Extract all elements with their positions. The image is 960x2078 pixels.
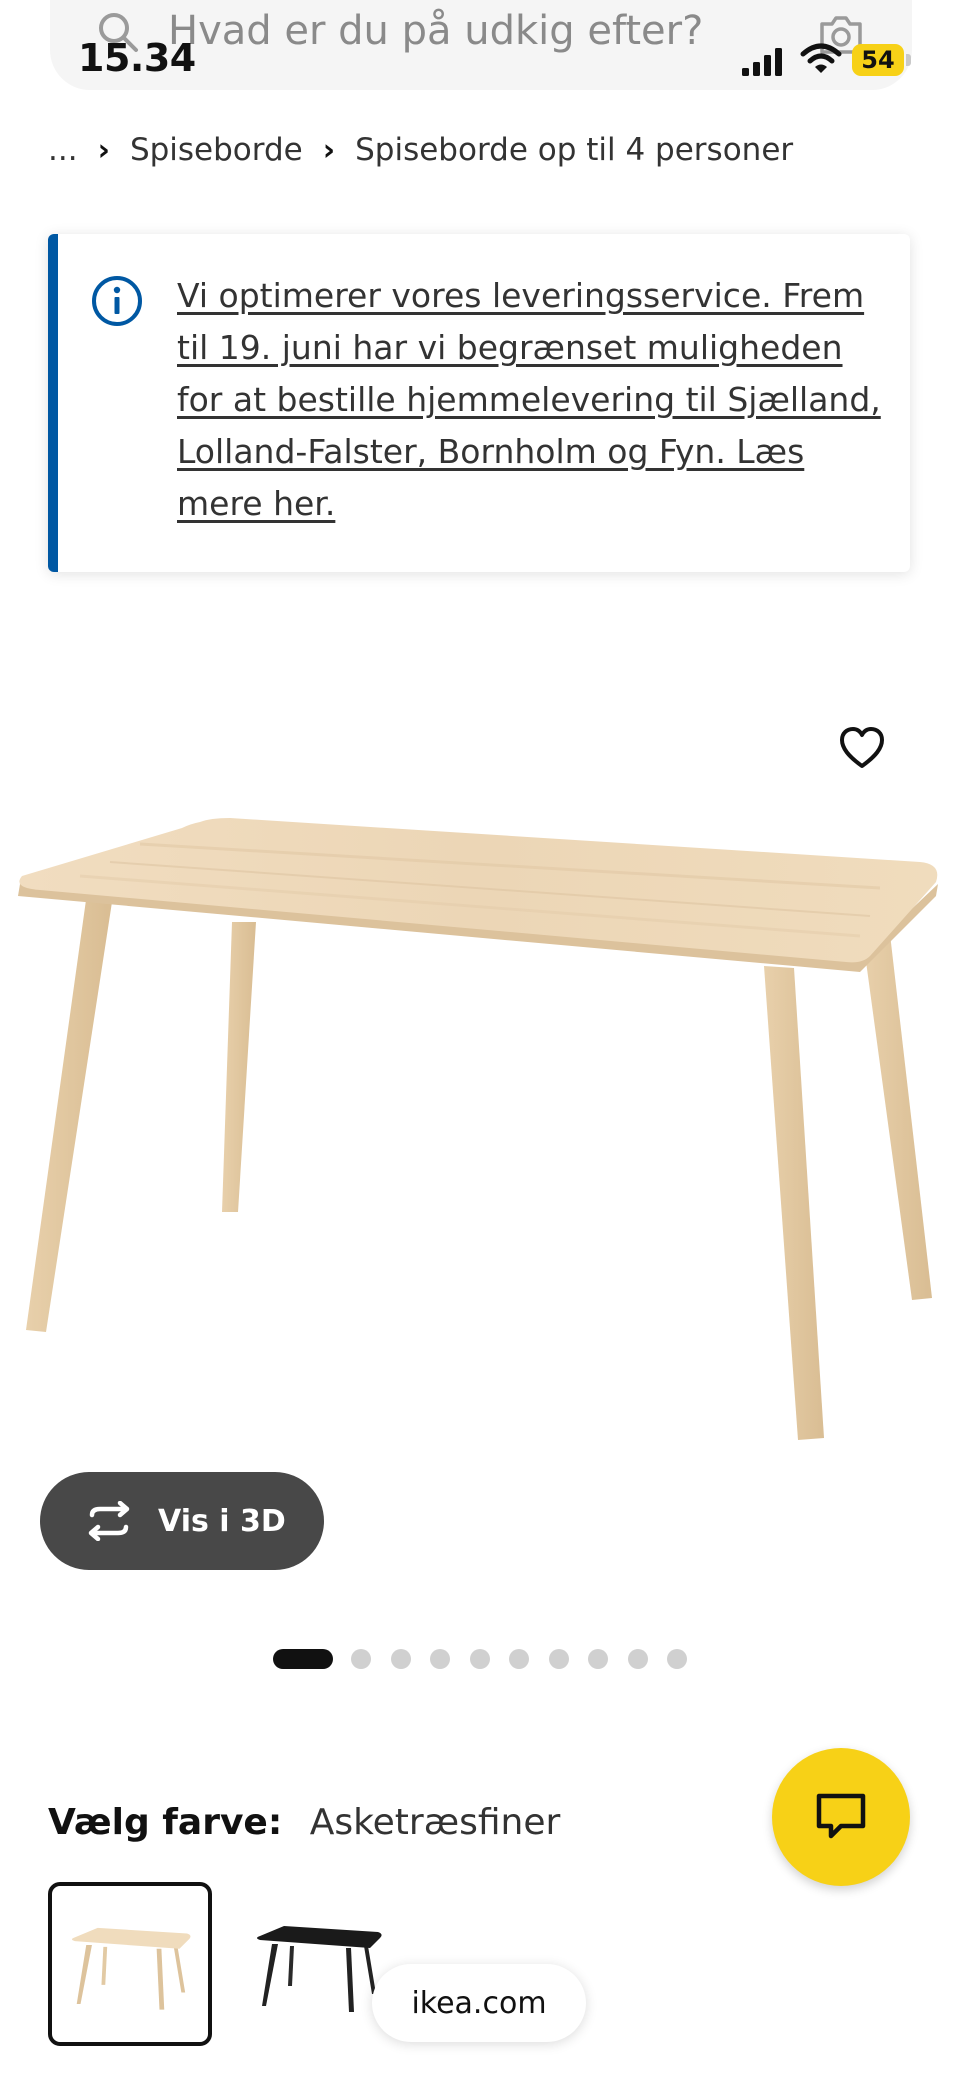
breadcrumb: ... › Spiseborde › Spiseborde op til 4 p… xyxy=(48,132,793,168)
color-select: Vælg farve: Asketræsfiner xyxy=(48,1802,560,1843)
favorite-button[interactable] xyxy=(834,720,890,776)
carousel-dot[interactable] xyxy=(627,1649,648,1669)
carousel-dot[interactable] xyxy=(430,1649,450,1669)
breadcrumb-ellipsis[interactable]: ... xyxy=(48,132,78,168)
battery-tip xyxy=(906,54,911,66)
battery-indicator: 54 xyxy=(852,44,904,76)
banner-link-text[interactable]: Vi optimerer vores leveringsservice. Fre… xyxy=(177,270,887,530)
chat-icon xyxy=(816,1793,866,1839)
carousel-dot[interactable] xyxy=(469,1649,490,1669)
carousel-dot[interactable] xyxy=(509,1649,529,1669)
product-image-area xyxy=(0,600,960,1500)
view-in-3d-label: Vis i 3D xyxy=(158,1503,286,1539)
search-input[interactable]: Hvad er du på udkig efter? xyxy=(168,8,703,54)
browser-url: ikea.com xyxy=(411,1985,547,2021)
color-option-black[interactable] xyxy=(236,1882,400,2046)
signal-icon xyxy=(742,48,782,76)
status-time: 15.34 xyxy=(78,36,196,80)
carousel-dot[interactable] xyxy=(390,1649,411,1669)
rotate-3d-icon xyxy=(88,1501,130,1541)
color-label: Vælg farve: xyxy=(48,1802,283,1843)
product-image[interactable] xyxy=(0,600,960,1500)
banner-accent-bar xyxy=(48,234,58,572)
wifi-icon xyxy=(800,43,842,73)
delivery-info-banner: Vi optimerer vores leveringsservice. Fre… xyxy=(48,234,910,572)
carousel-dot[interactable] xyxy=(667,1649,687,1669)
color-option-ash-veneer[interactable] xyxy=(48,1882,212,2046)
image-carousel-indicator[interactable] xyxy=(273,1649,707,1669)
chevron-right-icon: › xyxy=(322,132,336,168)
table-thumbnail-black xyxy=(257,1926,382,2012)
view-in-3d-button[interactable]: Vis i 3D xyxy=(40,1472,324,1570)
chevron-right-icon: › xyxy=(97,132,110,168)
carousel-dot[interactable] xyxy=(588,1649,608,1669)
breadcrumb-tables-4-persons[interactable]: Spiseborde op til 4 personer xyxy=(355,132,793,168)
browser-url-pill[interactable]: ikea.com xyxy=(372,1964,586,2042)
carousel-dot-active[interactable] xyxy=(273,1649,333,1669)
carousel-dot[interactable] xyxy=(351,1649,371,1669)
info-icon xyxy=(92,276,142,326)
heart-icon xyxy=(840,727,884,768)
color-value: Asketræsfiner xyxy=(309,1802,561,1843)
breadcrumb-dining-tables[interactable]: Spiseborde xyxy=(130,132,303,168)
table-thumbnail-ash xyxy=(71,1927,191,2010)
carousel-dot[interactable] xyxy=(548,1649,569,1669)
chat-button[interactable] xyxy=(772,1748,910,1886)
